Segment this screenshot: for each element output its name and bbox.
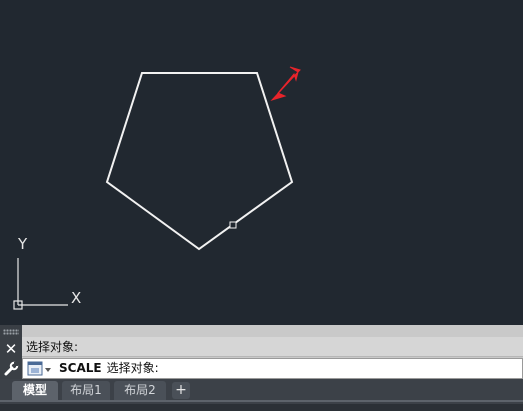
tab-model[interactable]: 模型 bbox=[12, 381, 58, 400]
command-line-grip[interactable]: ✕ bbox=[0, 325, 22, 379]
settings-button[interactable] bbox=[3, 361, 19, 377]
active-command: SCALE bbox=[59, 361, 102, 375]
drawing-viewport[interactable]: Y X bbox=[0, 0, 523, 325]
tab-underline bbox=[0, 400, 523, 402]
midpoint-grip[interactable] bbox=[229, 221, 237, 229]
status-strip bbox=[0, 404, 523, 411]
pentagon-shape[interactable] bbox=[105, 72, 294, 251]
command-history-line: 选择对象: bbox=[22, 337, 523, 357]
drawing-canvas[interactable] bbox=[0, 0, 523, 325]
command-prompt: 选择对象: bbox=[106, 361, 159, 375]
tab-layout1[interactable]: 布局1 bbox=[62, 381, 110, 400]
ucs-x-label: X bbox=[71, 289, 82, 307]
recent-commands-dropdown[interactable] bbox=[26, 360, 54, 378]
drag-handle-icon[interactable] bbox=[3, 329, 19, 335]
ucs-icon bbox=[13, 258, 68, 310]
pointer-arrow-icon bbox=[270, 66, 301, 102]
wrench-icon bbox=[4, 361, 19, 376]
close-button[interactable]: ✕ bbox=[3, 341, 19, 357]
ucs-y-label: Y bbox=[18, 235, 28, 253]
add-layout-button[interactable]: + bbox=[172, 382, 190, 399]
command-line-panel: ✕ 选择对象: SCALE 选择对象: bbox=[0, 325, 523, 379]
command-input[interactable]: SCALE 选择对象: bbox=[59, 359, 159, 378]
command-history-icon bbox=[27, 361, 51, 376]
command-input-row[interactable]: SCALE 选择对象: bbox=[22, 358, 523, 379]
tab-layout2[interactable]: 布局2 bbox=[114, 381, 166, 400]
